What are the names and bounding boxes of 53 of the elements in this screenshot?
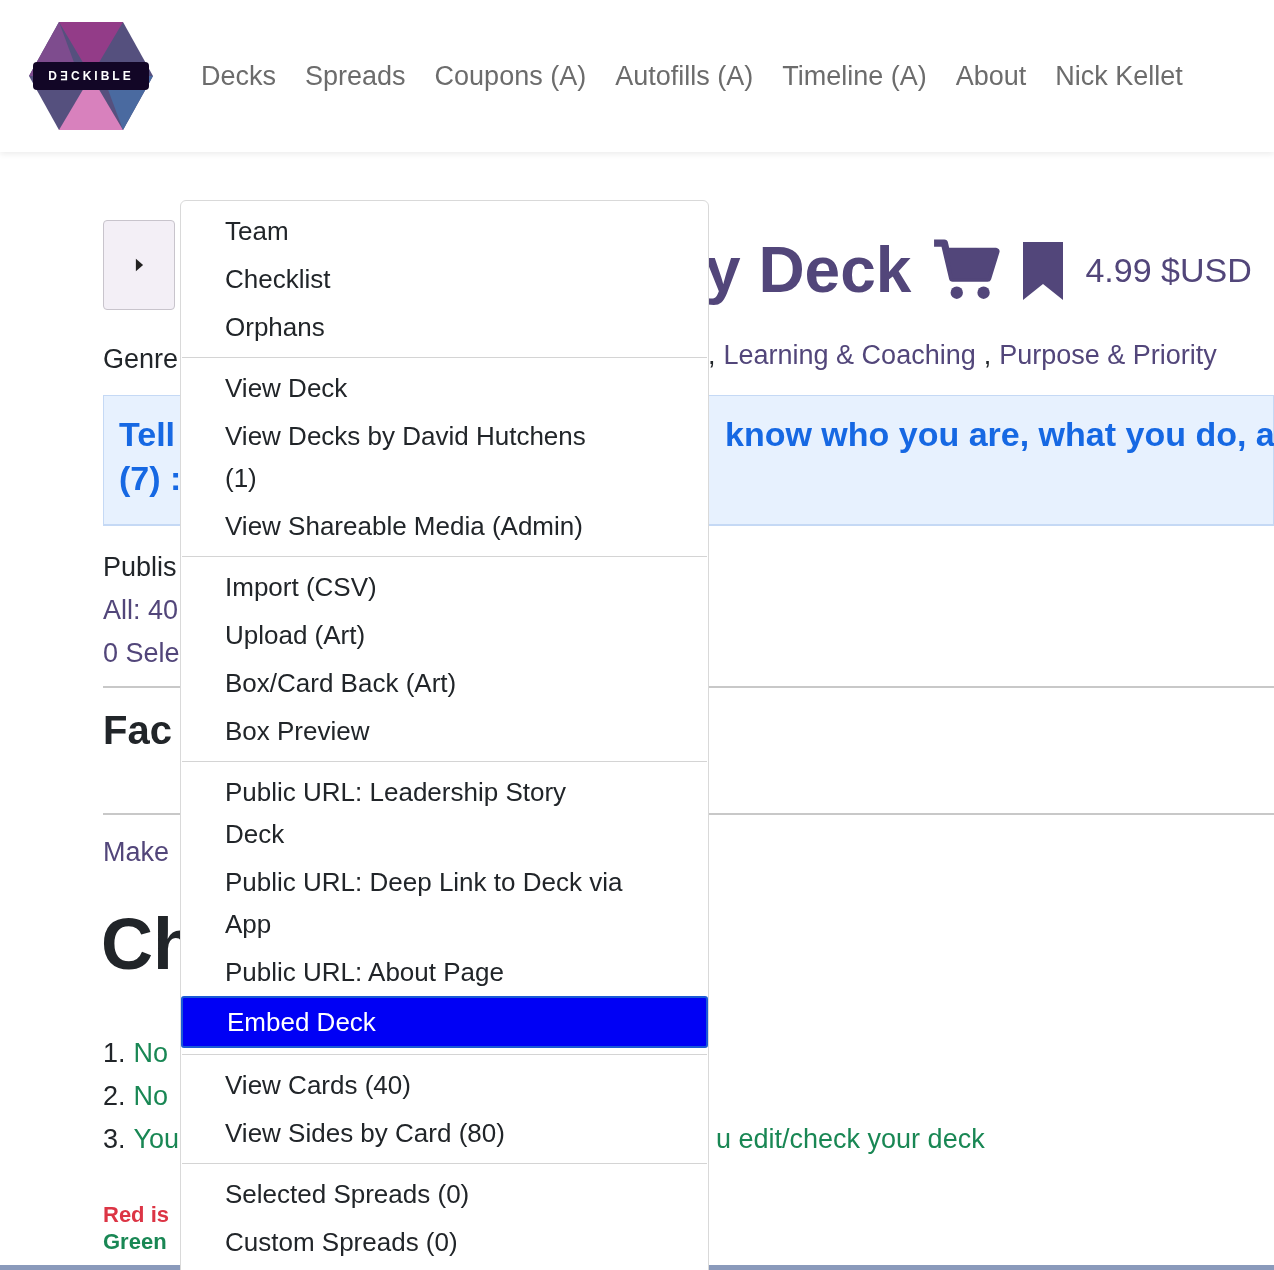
genre-link[interactable]: Learning & Coaching xyxy=(723,338,976,372)
checklist-text: No xyxy=(133,1080,169,1113)
menu-item[interactable]: View Shareable Media (Admin) xyxy=(181,502,708,550)
menu-item[interactable]: View Decks by David Hutchens (1) xyxy=(181,412,708,502)
logo-icon xyxy=(29,20,153,132)
menu-item[interactable]: Box/Card Back (Art) xyxy=(181,659,708,707)
nav-link[interactable]: Decks xyxy=(201,55,276,97)
menu-item[interactable]: View Deck xyxy=(181,364,708,412)
list-number: 1. xyxy=(103,1037,126,1070)
menu-item[interactable]: Box Preview xyxy=(181,707,708,755)
menu-item[interactable]: Import (CSV) xyxy=(181,563,708,611)
caret-right-icon xyxy=(134,257,144,273)
nav-link[interactable]: Spreads xyxy=(305,55,406,97)
logo-text: D∃CKIBLE xyxy=(47,68,135,85)
banner-text: know who you are, what you do, a xyxy=(725,414,1274,455)
published-label: Publis xyxy=(103,551,177,584)
checklist-text: u edit/check your deck xyxy=(716,1123,985,1156)
list-number: 3. xyxy=(103,1123,126,1156)
list-number: 2. xyxy=(103,1080,126,1113)
checklist-text: You xyxy=(133,1123,180,1156)
nav-link[interactable]: Autofills (A) xyxy=(615,55,754,97)
genre-separator: , xyxy=(983,339,992,372)
selected-cards-link[interactable]: 0 Sele xyxy=(103,632,180,675)
menu-item[interactable]: Checklist xyxy=(181,255,708,303)
legend-text: Red is xyxy=(103,1201,170,1228)
legend-text: Green xyxy=(103,1228,167,1255)
banner-text: Tell xyxy=(119,414,176,455)
menu-item[interactable]: Team xyxy=(181,207,708,255)
menu-item[interactable]: View Cards (40) xyxy=(181,1061,708,1109)
nav-link[interactable]: About xyxy=(955,55,1027,97)
nav-link[interactable]: Coupons (A) xyxy=(434,55,587,97)
price-text: 4.99 $USD xyxy=(1085,249,1252,291)
faces-heading: Fac xyxy=(103,707,172,754)
menu-item[interactable]: Orphans xyxy=(181,303,708,351)
genre-separator: , xyxy=(708,339,716,372)
genre-link[interactable]: Purpose & Priority xyxy=(999,338,1217,372)
menu-item[interactable]: Public URL: Leadership Story Deck xyxy=(181,768,708,858)
menu-item[interactable]: Public URL: About Page xyxy=(181,948,708,996)
menu-item[interactable]: Upload (Art) xyxy=(181,611,708,659)
all-cards-link[interactable]: All: 40 xyxy=(103,589,179,632)
nav-link[interactable]: Nick Kellet xyxy=(1055,55,1183,97)
menu-item[interactable]: Embed Deck xyxy=(181,996,708,1048)
menu-item[interactable]: Selected Spreads (0) xyxy=(181,1170,708,1218)
sidebar-toggle-button[interactable] xyxy=(103,220,175,310)
make-link[interactable]: Make xyxy=(103,834,170,870)
checklist-text: No xyxy=(133,1037,169,1070)
menu-item[interactable]: Custom Spreads (0) xyxy=(181,1218,708,1266)
genre-label: Genre xyxy=(103,343,180,376)
nav-link[interactable]: Timeline (A) xyxy=(782,55,927,97)
menu-item[interactable]: View Sides by Card (80) xyxy=(181,1109,708,1157)
banner-text: (7) : xyxy=(119,458,182,499)
menu-item[interactable]: Public URL: Deep Link to Deck via App xyxy=(181,858,708,948)
deck-title: y Deck xyxy=(705,233,912,308)
